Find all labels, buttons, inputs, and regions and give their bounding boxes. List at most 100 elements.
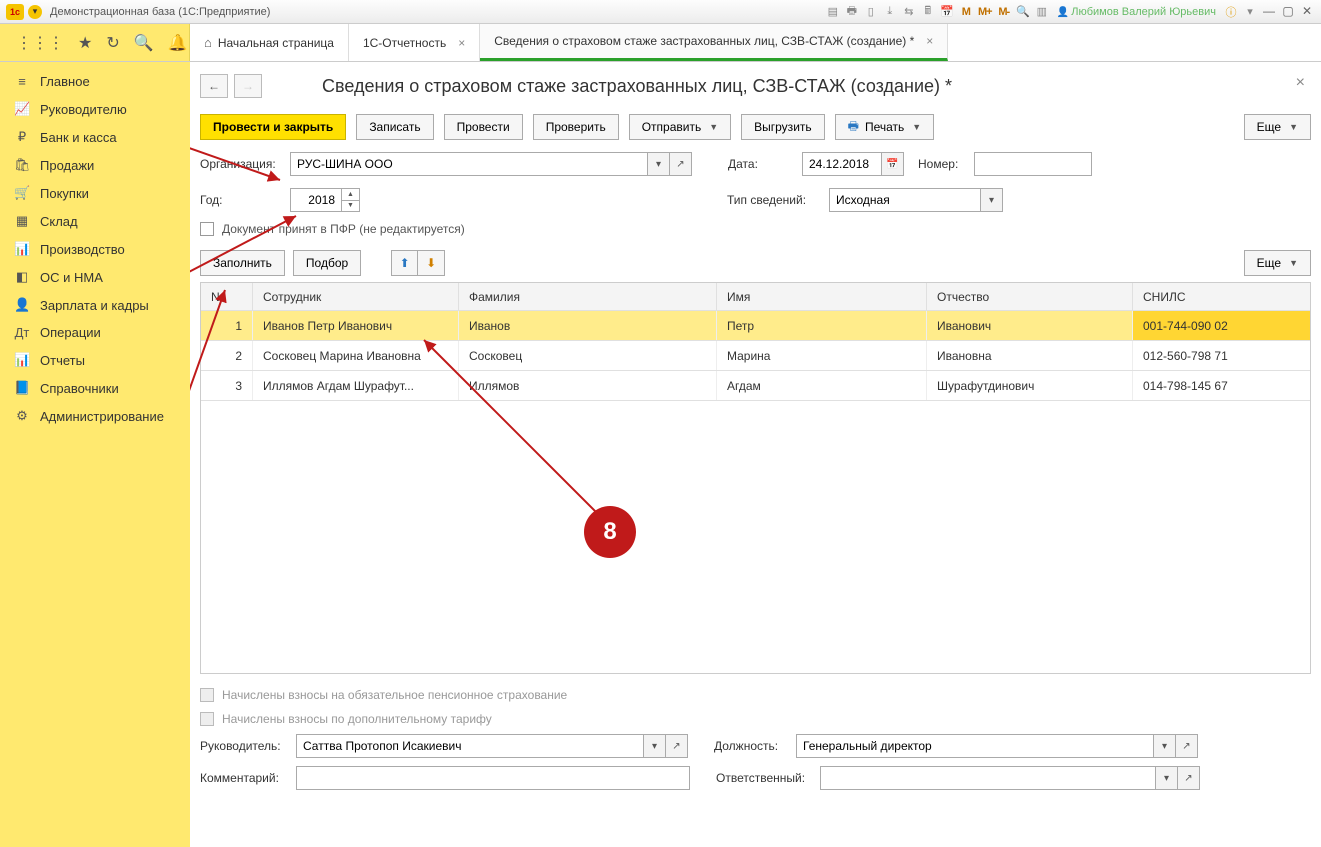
info-type-input[interactable] (829, 188, 981, 212)
sidebar-item-5[interactable]: ▦Склад (0, 207, 190, 235)
manager-field[interactable]: ▾ ↗ (296, 734, 688, 758)
responsible-field[interactable]: ▾ ↗ (820, 766, 1200, 790)
calendar-button[interactable]: 📅 (882, 152, 904, 176)
check-button[interactable]: Проверить (533, 114, 619, 140)
responsible-open-button[interactable]: ↗ (1178, 766, 1200, 790)
tb-panels-icon[interactable]: ▥ (1034, 4, 1050, 20)
tb-print-icon[interactable]: 🖶 (844, 4, 860, 20)
position-input[interactable] (796, 734, 1154, 758)
sidebar-icon: 📊 (14, 241, 30, 257)
manager-dropdown-button[interactable]: ▾ (644, 734, 666, 758)
info-type-field[interactable]: ▾ (829, 188, 1003, 212)
sidebar-item-8[interactable]: 👤Зарплата и кадры (0, 291, 190, 319)
page-title: Сведения о страховом стаже застрахованны… (322, 76, 952, 97)
close-window-button[interactable]: ✕ (1299, 4, 1315, 20)
sidebar-item-9[interactable]: ДтОперации (0, 319, 190, 346)
tab-1c-reporting[interactable]: 1С-Отчетность × (349, 24, 480, 61)
fill-button[interactable]: Заполнить (200, 250, 285, 276)
star-icon[interactable]: ★ (78, 33, 92, 53)
sidebar-item-12[interactable]: ⚙Администрирование (0, 402, 190, 430)
current-user[interactable]: Любимов Валерий Юрьевич (1057, 6, 1216, 18)
sidebar-icon: 📈 (14, 101, 30, 117)
minimize-button[interactable]: — (1261, 4, 1277, 20)
date-input[interactable] (802, 152, 882, 176)
org-open-button[interactable]: ↗ (670, 152, 692, 176)
pfr-lock-checkbox[interactable] (200, 222, 214, 236)
position-field[interactable]: ▾ ↗ (796, 734, 1198, 758)
command-bar: Провести и закрыть Записать Провести Про… (200, 114, 1311, 140)
col-employee[interactable]: Сотрудник (253, 283, 459, 310)
maximize-button[interactable]: ▢ (1280, 4, 1296, 20)
post-button[interactable]: Провести (444, 114, 523, 140)
print-button[interactable]: 🖶Печать▼ (835, 114, 935, 140)
year-input[interactable] (290, 188, 342, 212)
tb-calc-icon[interactable]: 🖩 (920, 4, 936, 20)
responsible-input[interactable] (820, 766, 1156, 790)
tab-close-icon[interactable]: × (458, 36, 465, 50)
position-open-button[interactable]: ↗ (1176, 734, 1198, 758)
responsible-dropdown-button[interactable]: ▾ (1156, 766, 1178, 790)
tb-zoom-icon[interactable]: 🔍 (1015, 4, 1031, 20)
tb-compare-icon[interactable]: ⇆ (901, 4, 917, 20)
manager-open-button[interactable]: ↗ (666, 734, 688, 758)
post-and-close-button[interactable]: Провести и закрыть (200, 114, 346, 140)
info-type-dropdown-button[interactable]: ▾ (981, 188, 1003, 212)
sidebar-item-1[interactable]: 📈Руководителю (0, 95, 190, 123)
sidebar-item-4[interactable]: 🛒Покупки (0, 179, 190, 207)
tb-calendar-icon[interactable]: 📅 (939, 4, 955, 20)
move-up-button[interactable]: ⬆ (392, 251, 418, 275)
col-surname[interactable]: Фамилия (459, 283, 717, 310)
sidebar-item-10[interactable]: 📊Отчеты (0, 346, 190, 374)
col-name[interactable]: Имя (717, 283, 927, 310)
col-n[interactable]: N (201, 283, 253, 310)
send-button[interactable]: Отправить▼ (629, 114, 731, 140)
sidebar-item-11[interactable]: 📘Справочники (0, 374, 190, 402)
table-more-button[interactable]: Еще▼ (1244, 250, 1311, 276)
history-icon[interactable]: ↻ (106, 33, 119, 53)
tb-mplus-button[interactable]: M+ (977, 4, 993, 20)
sidebar-item-6[interactable]: 📊Производство (0, 235, 190, 263)
org-field[interactable]: ▾ ↗ (290, 152, 692, 176)
tb-info-icon[interactable]: ⓘ (1223, 4, 1239, 20)
export-button[interactable]: Выгрузить (741, 114, 825, 140)
year-spinner[interactable]: ▲▼ (342, 188, 360, 212)
nav-forward-button[interactable]: → (234, 74, 262, 98)
sidebar-item-2[interactable]: ₽Банк и касса (0, 123, 190, 151)
tb-info-drop-icon[interactable]: ▾ (1242, 4, 1258, 20)
save-button[interactable]: Записать (356, 114, 433, 140)
number-input[interactable] (974, 152, 1092, 176)
apps-grid-icon[interactable]: ⋮⋮⋮ (16, 33, 64, 53)
tb-m-button[interactable]: M (958, 4, 974, 20)
move-down-button[interactable]: ⬇ (418, 251, 444, 275)
sidebar-item-3[interactable]: 🛍Продажи (0, 151, 190, 179)
tb-save-icon[interactable]: ⤓ (882, 4, 898, 20)
sidebar-item-7[interactable]: ◧ОС и НМА (0, 263, 190, 291)
tab-szv-stazh[interactable]: Сведения о страховом стаже застрахованны… (480, 24, 948, 61)
col-patronymic[interactable]: Отчество (927, 283, 1133, 310)
more-button[interactable]: Еще▼ (1244, 114, 1311, 140)
tb-preview-icon[interactable]: ▤ (825, 4, 841, 20)
page-close-button[interactable]: × (1296, 74, 1305, 92)
bell-icon[interactable]: 🔔 (168, 33, 188, 53)
manager-input[interactable] (296, 734, 644, 758)
sidebar-item-label: Операции (40, 325, 101, 340)
app-menu-drop-icon[interactable]: ▾ (28, 5, 42, 19)
tab-close-icon[interactable]: × (926, 34, 933, 48)
tab-home[interactable]: ⌂ Начальная страница (190, 24, 349, 61)
position-dropdown-button[interactable]: ▾ (1154, 734, 1176, 758)
tb-mminus-button[interactable]: M- (996, 4, 1012, 20)
org-input[interactable] (290, 152, 648, 176)
table-row[interactable]: 2Сосковец Марина ИвановнаСосковецМаринаИ… (201, 341, 1310, 371)
table-row[interactable]: 3Иллямов Агдам Шурафут...ИллямовАгдамШур… (201, 371, 1310, 401)
nav-back-button[interactable]: ← (200, 74, 228, 98)
col-snils[interactable]: СНИЛС (1133, 283, 1310, 310)
date-field[interactable]: 📅 (802, 152, 904, 176)
table-row[interactable]: 1Иванов Петр ИвановичИвановПетрИванович0… (201, 311, 1310, 341)
sidebar-item-0[interactable]: ≡Главное (0, 68, 190, 95)
select-button[interactable]: Подбор (293, 250, 361, 276)
tb-doc-icon[interactable]: ▯ (863, 4, 879, 20)
year-field[interactable]: ▲▼ (290, 188, 360, 212)
comment-input[interactable] (296, 766, 690, 790)
search-icon[interactable]: 🔍 (134, 33, 154, 53)
org-dropdown-button[interactable]: ▾ (648, 152, 670, 176)
